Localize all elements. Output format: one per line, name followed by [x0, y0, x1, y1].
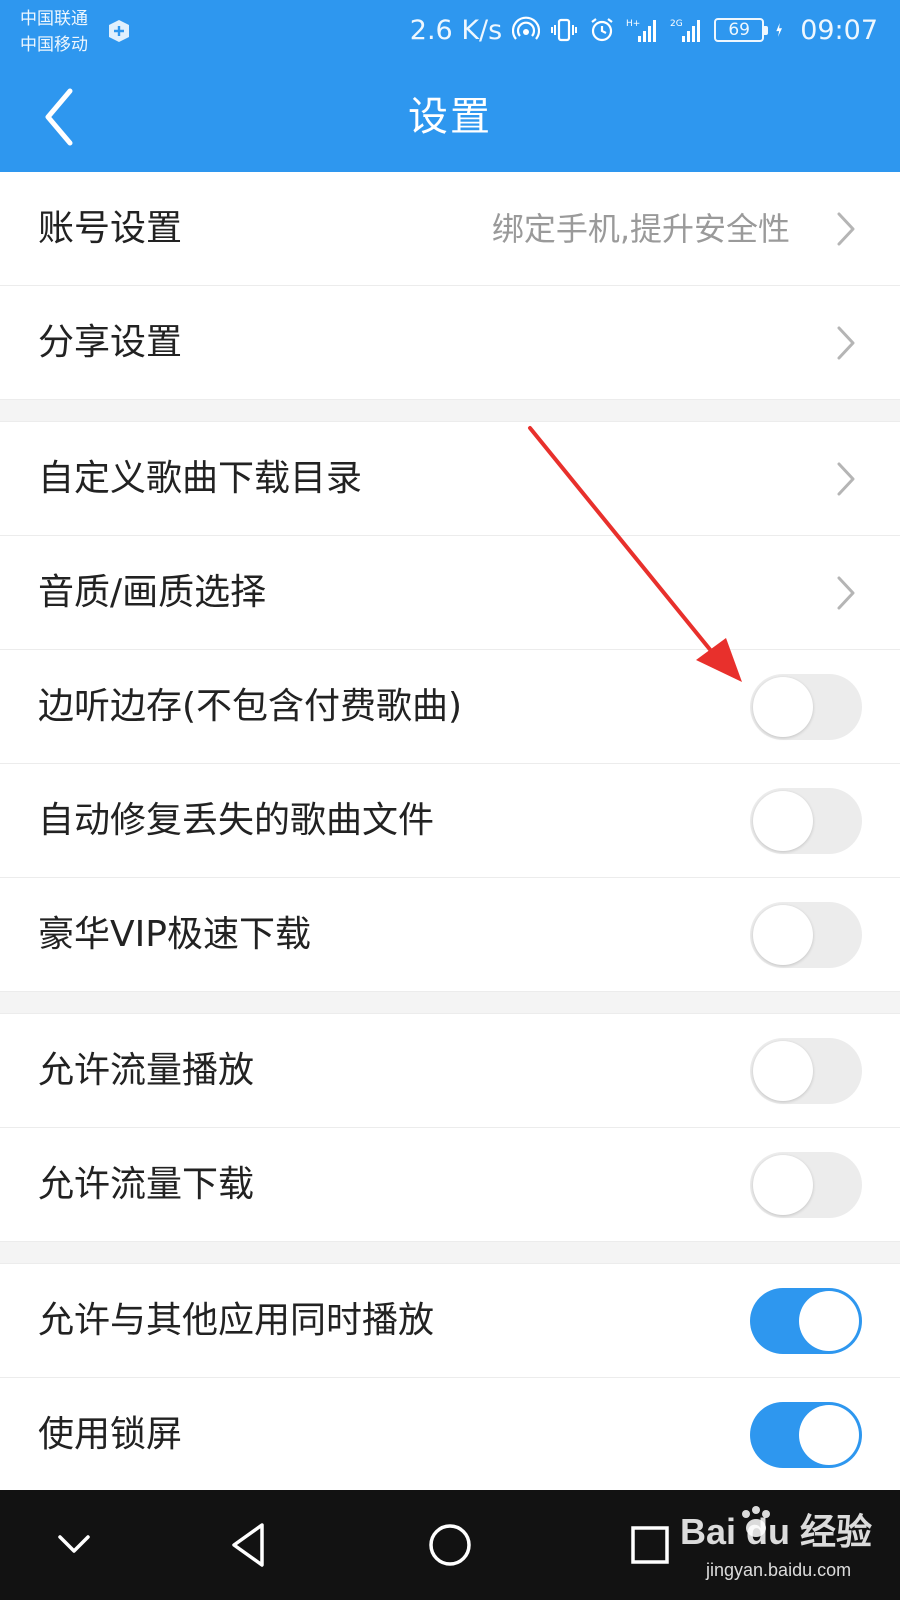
toggle-switch[interactable]	[750, 788, 862, 854]
watermark-url: jingyan.baidu.com	[706, 1560, 852, 1580]
toggle-switch[interactable]	[750, 1038, 862, 1104]
charging-icon	[776, 23, 783, 37]
settings-row[interactable]: 边听边存(不包含付费歌曲)	[0, 650, 900, 764]
toggle-switch[interactable]	[750, 902, 862, 968]
toggle-switch[interactable]	[750, 1152, 862, 1218]
title-bar: 设置	[0, 62, 900, 172]
nav-recents-button[interactable]	[620, 1515, 680, 1575]
settings-row-label: 边听边存(不包含付费歌曲)	[38, 686, 463, 727]
status-indicators: 2.6 K/s H+ 2G 69 09:07	[410, 10, 878, 50]
watermark-brand: Bai du 经验	[680, 1511, 872, 1552]
settings-row[interactable]: 账号设置 绑定手机,提升安全性	[0, 172, 900, 286]
recents-square-icon	[631, 1526, 669, 1564]
home-circle-icon	[429, 1524, 471, 1566]
vibrate-icon	[551, 18, 578, 42]
toggle-knob	[753, 1041, 813, 1101]
settings-row[interactable]: 自动修复丢失的歌曲文件	[0, 764, 900, 878]
settings-row-label: 允许流量播放	[38, 1050, 255, 1091]
toggle-switch[interactable]	[750, 674, 862, 740]
chevron-right-icon	[837, 212, 855, 246]
chevron-right-icon	[837, 576, 855, 610]
settings-row-label: 音质/画质选择	[38, 572, 267, 613]
settings-row[interactable]: 自定义歌曲下载目录	[0, 422, 900, 536]
settings-row-label: 豪华VIP极速下载	[38, 914, 311, 955]
toggle-knob	[753, 905, 813, 965]
settings-row-label: 自动修复丢失的歌曲文件	[38, 800, 435, 841]
toggle-knob	[799, 1291, 859, 1351]
settings-row-hint: 绑定手机,提升安全性	[491, 210, 790, 248]
page-title: 设置	[408, 94, 492, 140]
baidu-jingyan-watermark: Bai du 经验 jingyan.baidu.com	[676, 1502, 876, 1590]
vpn-icon	[109, 20, 129, 42]
settings-row[interactable]: 使用锁屏	[0, 1378, 900, 1492]
settings-row[interactable]: 豪华VIP极速下载	[0, 878, 900, 992]
carrier-names: 中国联通 中国移动	[20, 6, 88, 58]
chevron-right-icon	[837, 326, 855, 360]
section-divider	[0, 992, 900, 1014]
toggle-switch[interactable]	[750, 1402, 862, 1468]
back-triangle-icon	[232, 1523, 264, 1567]
chevron-down-icon	[58, 1535, 90, 1553]
toggle-knob	[799, 1405, 859, 1465]
status-bar: 中国联通 中国移动 2.6 K/s H+ 2G 69 09:07	[0, 0, 900, 62]
hotspot-icon	[512, 16, 541, 40]
settings-row[interactable]: 允许与其他应用同时播放	[0, 1264, 900, 1378]
clock: 09:07	[800, 14, 878, 46]
toggle-switch[interactable]	[750, 1288, 862, 1354]
chevron-right-icon	[837, 462, 855, 496]
section-divider	[0, 1242, 900, 1264]
signal-icon: H+	[626, 19, 657, 42]
battery-indicator: 69	[714, 18, 769, 42]
alarm-icon	[591, 18, 613, 42]
settings-row-label: 允许与其他应用同时播放	[38, 1300, 435, 1341]
network-type-2: 2G	[670, 19, 683, 29]
settings-row[interactable]: 分享设置	[0, 286, 900, 400]
settings-row-label: 自定义歌曲下载目录	[38, 458, 363, 499]
network-speed: 2.6 K/s	[409, 14, 503, 46]
toggle-knob	[753, 1155, 813, 1215]
carrier-1: 中国联通	[20, 9, 88, 29]
section-divider	[0, 400, 900, 422]
signal-icon: 2G	[670, 19, 701, 42]
carrier-2: 中国移动	[20, 35, 88, 55]
settings-row-label: 使用锁屏	[38, 1414, 183, 1455]
nav-back-button[interactable]	[220, 1515, 280, 1575]
nav-collapse-button[interactable]	[44, 1515, 104, 1575]
settings-row[interactable]: 允许流量播放	[0, 1014, 900, 1128]
nav-home-button[interactable]	[420, 1515, 480, 1575]
settings-row[interactable]: 允许流量下载	[0, 1128, 900, 1242]
network-type-1: H+	[626, 19, 640, 29]
settings-row-label: 分享设置	[38, 322, 183, 363]
app-header: 中国联通 中国移动 2.6 K/s H+ 2G 69 09:07 设置	[0, 0, 900, 172]
settings-row[interactable]: 音质/画质选择	[0, 536, 900, 650]
settings-row-label: 允许流量下载	[38, 1164, 255, 1205]
baidu-jingyan-logo: Bai du 经验	[680, 1506, 872, 1552]
toggle-knob	[753, 677, 813, 737]
settings-row-label: 账号设置	[38, 208, 183, 249]
settings-list: 账号设置 绑定手机,提升安全性分享设置自定义歌曲下载目录 音质/画质选择边听边存(不…	[0, 172, 900, 1492]
toggle-knob	[753, 791, 813, 851]
system-nav-bar: Bai du 经验 jingyan.baidu.com	[0, 1490, 900, 1600]
